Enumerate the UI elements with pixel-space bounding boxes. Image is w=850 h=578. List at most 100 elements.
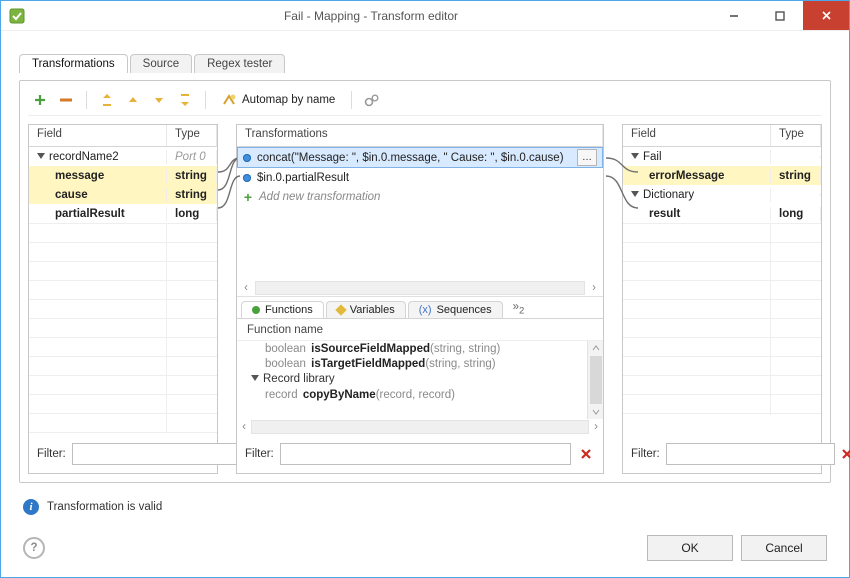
input-field-row[interactable]: partialResult long	[29, 204, 217, 223]
output-tree[interactable]: Fail errorMessage string Dictionary	[623, 147, 821, 435]
window-title: Fail - Mapping - Transform editor	[31, 9, 711, 23]
function-item[interactable]: record copyByName(record, record)	[237, 387, 603, 402]
remove-button[interactable]	[56, 90, 76, 110]
automap-button[interactable]: Automap by name	[216, 89, 341, 111]
item-bullet-icon	[243, 174, 251, 182]
col-type[interactable]: Type	[771, 125, 821, 147]
diamond-icon	[335, 304, 346, 315]
subtab-overflow[interactable]: »2	[505, 299, 533, 318]
filter-label: Filter:	[37, 448, 66, 460]
tab-content: Automap by name Field	[19, 80, 831, 483]
transform-item[interactable]: $in.0.partialResult	[237, 168, 603, 187]
subtab-functions[interactable]: Functions	[241, 301, 324, 318]
expand-icon[interactable]	[631, 153, 639, 159]
filter-input[interactable]	[72, 443, 241, 465]
gear-icon	[364, 93, 380, 107]
transform-item[interactable]: concat("Message: ", $in.0.message, " Cau…	[237, 147, 603, 168]
functions-header: Function name	[237, 319, 603, 341]
add-button[interactable]	[30, 90, 50, 110]
output-field-row[interactable]: errorMessage string	[623, 166, 821, 185]
subtab-variables[interactable]: Variables	[326, 301, 406, 318]
functions-hscroll[interactable]: ‹›	[237, 419, 603, 435]
function-item[interactable]: boolean isSourceFieldMapped(string, stri…	[237, 341, 603, 356]
scroll-right-icon[interactable]: ›	[587, 281, 601, 295]
add-transform-row[interactable]: + Add new transformation	[237, 187, 603, 206]
transform-panel: Transformations concat("Message: ", $in.…	[236, 124, 604, 474]
sequence-icon: (x)	[419, 304, 432, 316]
clear-filter-button[interactable]	[841, 445, 850, 463]
move-top-button[interactable]	[97, 90, 117, 110]
automap-label: Automap by name	[242, 94, 335, 106]
filter-input[interactable]	[666, 443, 835, 465]
close-button[interactable]	[803, 1, 849, 30]
transform-header: Transformations	[237, 125, 603, 147]
filter-label: Filter:	[631, 448, 660, 460]
input-field-row[interactable]: message string	[29, 166, 217, 185]
scroll-down-icon[interactable]	[588, 405, 603, 419]
dot-icon	[252, 306, 260, 314]
output-field-row[interactable]: result long	[623, 204, 821, 223]
functions-list[interactable]: boolean isSourceFieldMapped(string, stri…	[237, 341, 603, 419]
automap-icon	[222, 93, 236, 107]
filter-label: Filter:	[245, 448, 274, 460]
tab-transformations[interactable]: Transformations	[19, 54, 128, 73]
output-panel: Field Type Fail errorMessage string	[622, 124, 822, 474]
filter-input[interactable]	[280, 443, 571, 465]
maximize-button[interactable]	[757, 1, 803, 30]
filter-row: Filter:	[623, 435, 821, 473]
cancel-button[interactable]: Cancel	[741, 535, 827, 561]
ok-button[interactable]: OK	[647, 535, 733, 561]
input-tree[interactable]: recordName2 Port 0 message string cause …	[29, 147, 217, 435]
move-up-button[interactable]	[123, 90, 143, 110]
app-icon	[9, 8, 25, 24]
titlebar: Fail - Mapping - Transform editor	[1, 1, 849, 31]
scroll-left-icon[interactable]: ‹	[239, 281, 253, 295]
help-button[interactable]: ?	[23, 537, 45, 559]
functions-panel: Function name boolean isSourceFieldMappe…	[237, 319, 603, 435]
info-icon: i	[23, 499, 39, 515]
input-field-row[interactable]: cause string	[29, 185, 217, 204]
plus-icon: +	[243, 192, 253, 202]
separator	[205, 91, 206, 109]
col-field[interactable]: Field	[623, 125, 771, 147]
item-bullet-icon	[243, 154, 251, 162]
function-group[interactable]: Record library	[237, 371, 603, 387]
function-item[interactable]: boolean isTargetFieldMapped(string, stri…	[237, 356, 603, 371]
tab-regex-tester[interactable]: Regex tester	[194, 54, 285, 73]
output-group-row[interactable]: Fail	[623, 147, 821, 166]
subtabs: Functions Variables (x)Sequences »2	[237, 297, 603, 319]
scroll-up-icon[interactable]	[588, 341, 603, 355]
move-bottom-button[interactable]	[175, 90, 195, 110]
col-field[interactable]: Field	[29, 125, 167, 147]
minimize-button[interactable]	[711, 1, 757, 30]
bottom-bar: ? OK Cancel	[19, 523, 831, 567]
toolbar: Automap by name	[28, 89, 822, 116]
window-buttons	[711, 1, 849, 30]
functions-vscroll[interactable]	[587, 341, 603, 419]
settings-button[interactable]	[362, 90, 382, 110]
transform-list[interactable]: concat("Message: ", $in.0.message, " Cau…	[237, 147, 603, 280]
subtab-sequences[interactable]: (x)Sequences	[408, 301, 503, 318]
columns: Field Type recordName2 Port 0 message st…	[28, 124, 822, 474]
filter-row: Filter:	[237, 435, 603, 473]
move-down-button[interactable]	[149, 90, 169, 110]
status-text: Transformation is valid	[47, 501, 162, 513]
main-tabbar: Transformations Source Regex tester	[19, 49, 831, 73]
col-type[interactable]: Type	[167, 125, 217, 147]
separator	[86, 91, 87, 109]
input-panel: Field Type recordName2 Port 0 message st…	[28, 124, 218, 474]
status-bar: i Transformation is valid	[19, 491, 831, 515]
input-port-row[interactable]: recordName2 Port 0	[29, 147, 217, 166]
window: Fail - Mapping - Transform editor Transf…	[0, 0, 850, 578]
edit-expression-button[interactable]: …	[577, 149, 597, 166]
transform-hscroll[interactable]: ‹ ›	[237, 280, 603, 296]
client-area: Transformations Source Regex tester Auto…	[1, 31, 849, 577]
tab-source[interactable]: Source	[130, 54, 192, 73]
separator	[351, 91, 352, 109]
clear-filter-button[interactable]	[577, 445, 595, 463]
output-group-row[interactable]: Dictionary	[623, 185, 821, 204]
expand-icon[interactable]	[251, 375, 259, 381]
expand-icon[interactable]	[37, 153, 45, 159]
expand-icon[interactable]	[631, 191, 639, 197]
filter-row: Filter:	[29, 435, 217, 473]
